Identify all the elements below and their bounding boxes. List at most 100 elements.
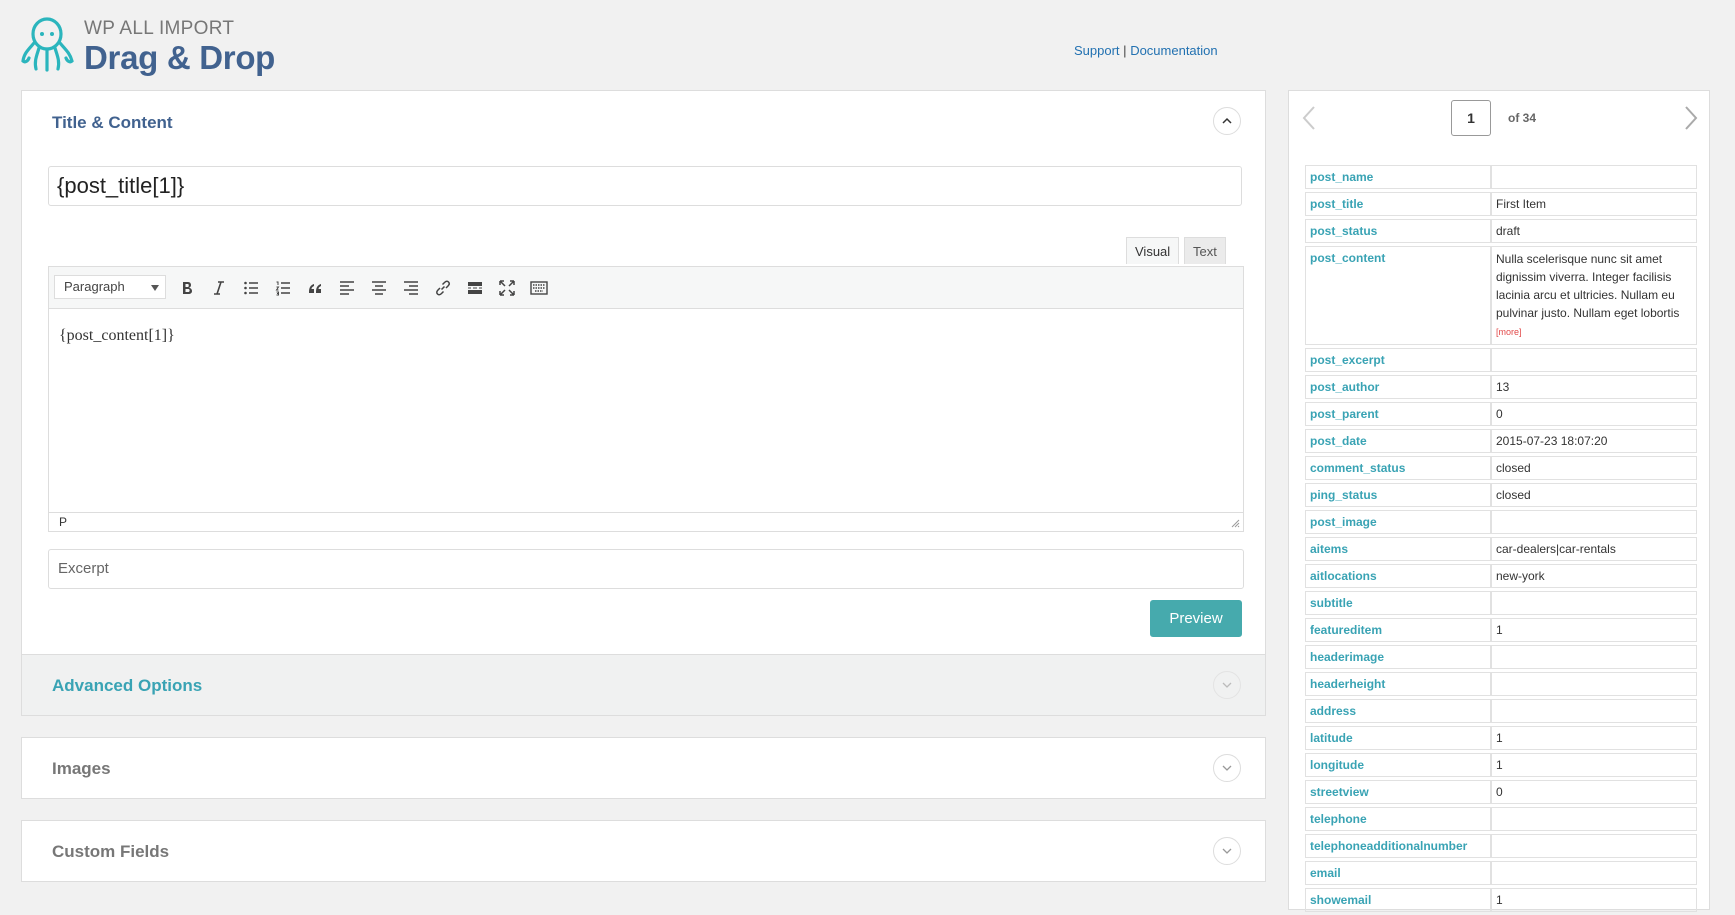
content-editor: Paragraph {post_content[1]} P bbox=[48, 266, 1244, 532]
expand-toggle[interactable] bbox=[1213, 671, 1241, 699]
custom-fields-expand-toggle[interactable] bbox=[1213, 837, 1241, 865]
field-value-text: car-dealers|car-rentals bbox=[1496, 542, 1616, 556]
field-value-text: 1 bbox=[1496, 758, 1503, 772]
advanced-options-heading[interactable]: Advanced Options bbox=[52, 676, 202, 696]
table-row: longitude 1 bbox=[1305, 753, 1697, 777]
format-select[interactable]: Paragraph bbox=[54, 275, 166, 299]
table-row: post_title First Item bbox=[1305, 192, 1697, 216]
field-key[interactable]: address bbox=[1305, 699, 1491, 723]
images-heading[interactable]: Images bbox=[52, 759, 111, 779]
field-key[interactable]: telephoneadditionalnumber bbox=[1305, 834, 1491, 858]
images-panel[interactable]: Images bbox=[21, 737, 1266, 799]
chevron-left-icon[interactable] bbox=[1301, 105, 1317, 131]
table-row: telephone bbox=[1305, 807, 1697, 831]
tab-text[interactable]: Text bbox=[1184, 237, 1226, 264]
numbered-list-button[interactable] bbox=[272, 277, 294, 299]
field-key[interactable]: featureditem bbox=[1305, 618, 1491, 642]
collapse-toggle[interactable] bbox=[1213, 107, 1241, 135]
table-row: email bbox=[1305, 861, 1697, 885]
tab-visual[interactable]: Visual bbox=[1126, 237, 1180, 264]
custom-fields-panel[interactable]: Custom Fields bbox=[21, 820, 1266, 882]
table-row: streetview 0 bbox=[1305, 780, 1697, 804]
field-value: Nulla scelerisque nunc sit amet dignissi… bbox=[1491, 246, 1697, 345]
field-key[interactable]: post_excerpt bbox=[1305, 348, 1491, 372]
record-fields-table: post_name post_title First Item post_status… bbox=[1305, 162, 1697, 915]
content-editor-body[interactable]: {post_content[1]} bbox=[49, 309, 1243, 363]
field-key[interactable]: post_author bbox=[1305, 375, 1491, 399]
table-row: headerimage bbox=[1305, 645, 1697, 669]
field-key[interactable]: telephone bbox=[1305, 807, 1491, 831]
field-key[interactable]: ping_status bbox=[1305, 483, 1491, 507]
field-value bbox=[1491, 672, 1697, 696]
read-more-button[interactable] bbox=[464, 277, 486, 299]
field-value-text: First Item bbox=[1496, 197, 1546, 211]
field-value: car-dealers|car-rentals bbox=[1491, 537, 1697, 561]
table-row: aitlocations new-york bbox=[1305, 564, 1697, 588]
field-key[interactable]: headerheight bbox=[1305, 672, 1491, 696]
align-left-button[interactable] bbox=[336, 277, 358, 299]
caret-down-icon bbox=[151, 285, 159, 291]
field-key[interactable]: post_content bbox=[1305, 246, 1491, 345]
field-value bbox=[1491, 861, 1697, 885]
field-key[interactable]: post_image bbox=[1305, 510, 1491, 534]
excerpt-input[interactable]: Excerpt bbox=[48, 549, 1244, 589]
field-key[interactable]: headerimage bbox=[1305, 645, 1491, 669]
field-key[interactable]: aitlocations bbox=[1305, 564, 1491, 588]
advanced-options-section[interactable]: Advanced Options bbox=[22, 654, 1265, 715]
support-link[interactable]: Support bbox=[1074, 43, 1120, 58]
field-key[interactable]: post_name bbox=[1305, 165, 1491, 189]
field-value-text: closed bbox=[1496, 461, 1531, 475]
align-right-button[interactable] bbox=[400, 277, 422, 299]
bullet-list-button[interactable] bbox=[240, 277, 262, 299]
field-value: draft bbox=[1491, 219, 1697, 243]
documentation-link[interactable]: Documentation bbox=[1130, 43, 1217, 58]
field-key[interactable]: post_date bbox=[1305, 429, 1491, 453]
page-number-input[interactable]: 1 bbox=[1451, 100, 1491, 136]
resize-handle-icon[interactable] bbox=[1231, 519, 1240, 528]
field-value-text: new-york bbox=[1496, 569, 1545, 583]
more-link[interactable]: [more] bbox=[1496, 327, 1522, 337]
header-links: Support | Documentation bbox=[1074, 43, 1218, 58]
field-value bbox=[1491, 807, 1697, 831]
table-row: address bbox=[1305, 699, 1697, 723]
field-key[interactable]: showemail bbox=[1305, 888, 1491, 912]
field-key[interactable]: subtitle bbox=[1305, 591, 1491, 615]
align-right-icon bbox=[404, 281, 418, 295]
images-expand-toggle[interactable] bbox=[1213, 754, 1241, 782]
element-path[interactable]: P bbox=[59, 515, 67, 529]
custom-fields-heading[interactable]: Custom Fields bbox=[52, 842, 169, 862]
field-key[interactable]: post_parent bbox=[1305, 402, 1491, 426]
table-row: ping_status closed bbox=[1305, 483, 1697, 507]
field-key[interactable]: longitude bbox=[1305, 753, 1491, 777]
octopus-logo-icon bbox=[21, 17, 74, 72]
app-logo: WP ALL IMPORT Drag & Drop bbox=[20, 15, 275, 74]
blockquote-button[interactable] bbox=[304, 277, 326, 299]
field-key[interactable]: post_title bbox=[1305, 192, 1491, 216]
preview-button[interactable]: Preview bbox=[1150, 600, 1242, 637]
field-key[interactable]: email bbox=[1305, 861, 1491, 885]
post-title-input[interactable]: {post_title[1]} bbox=[48, 166, 1242, 206]
insert-link-button[interactable] bbox=[432, 277, 454, 299]
title-content-heading[interactable]: Title & Content bbox=[52, 113, 173, 133]
field-key[interactable]: aitems bbox=[1305, 537, 1491, 561]
field-key[interactable]: comment_status bbox=[1305, 456, 1491, 480]
bold-button[interactable] bbox=[176, 277, 198, 299]
field-value: 0 bbox=[1491, 780, 1697, 804]
chevron-right-icon[interactable] bbox=[1683, 105, 1699, 131]
field-key[interactable]: post_status bbox=[1305, 219, 1491, 243]
fullscreen-button[interactable] bbox=[496, 277, 518, 299]
editor-statusbar: P bbox=[49, 512, 1243, 531]
align-center-button[interactable] bbox=[368, 277, 390, 299]
field-value-text: 2015-07-23 18:07:20 bbox=[1496, 434, 1608, 448]
table-row: comment_status closed bbox=[1305, 456, 1697, 480]
field-value-text: 1 bbox=[1496, 623, 1503, 637]
field-value bbox=[1491, 699, 1697, 723]
field-key[interactable]: latitude bbox=[1305, 726, 1491, 750]
italic-button[interactable] bbox=[208, 277, 230, 299]
link-separator: | bbox=[1123, 43, 1127, 58]
toolbar-toggle-button[interactable] bbox=[528, 277, 550, 299]
field-value-text: 0 bbox=[1496, 785, 1503, 799]
fullscreen-icon bbox=[499, 280, 515, 296]
quote-icon bbox=[309, 284, 321, 293]
field-key[interactable]: streetview bbox=[1305, 780, 1491, 804]
